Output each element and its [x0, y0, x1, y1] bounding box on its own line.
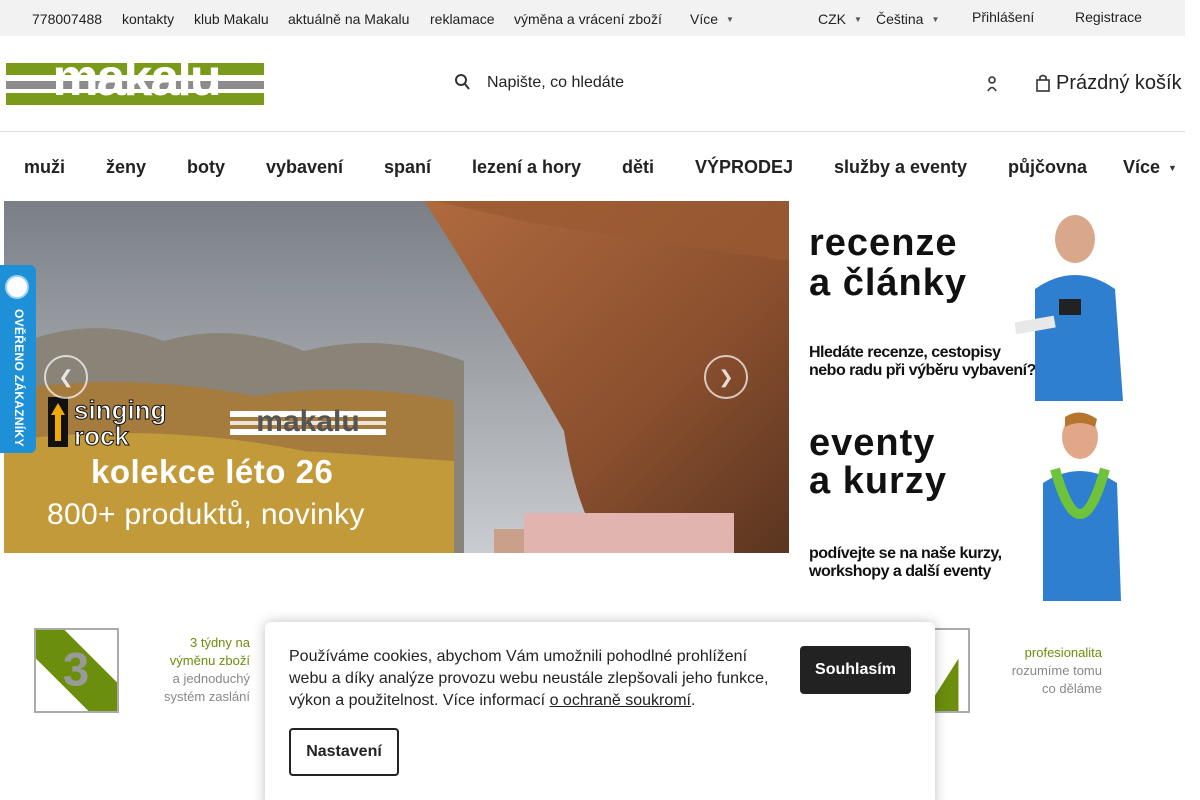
nav-item-zeny[interactable]: ženy	[106, 157, 146, 178]
topbar-link-vymena[interactable]: výměna a vrácení zboží	[514, 11, 662, 27]
banner-eventy-title-2: a kurzy	[809, 460, 947, 502]
user-icon[interactable]	[987, 76, 997, 92]
topbar-more-menu[interactable]: Více ▼	[690, 11, 734, 27]
benefit-exchange-text: 3 týdny na výměnu zboží a jednoduchý sys…	[150, 634, 250, 706]
banner-recenze[interactable]: recenze a články Hledáte recenze, cestop…	[789, 201, 1155, 401]
benefit-prof-line-2: rozumíme tomu	[1011, 663, 1102, 678]
instructor-photo	[1043, 412, 1121, 601]
privacy-link[interactable]: o ochraně soukromí	[550, 692, 691, 709]
svg-text:3: 3	[63, 643, 90, 696]
benefit-prof-line-3: co děláme	[1042, 681, 1102, 696]
benefit-exchange-line-1: 3 týdny na	[190, 635, 250, 650]
arrow-left-icon[interactable]: ❮	[44, 355, 88, 399]
cookie-text-end: .	[690, 692, 696, 709]
banner-eventy-title-1: eventy	[809, 422, 936, 464]
singing-rock-logo-mark	[48, 397, 68, 447]
benefit-prof-line-1: profesionalita	[1024, 645, 1102, 660]
topbar-link-klub[interactable]: klub Makalu	[194, 11, 269, 27]
nav-item-muzi[interactable]: muži	[24, 157, 65, 178]
logo-text: makalu	[52, 53, 219, 107]
login-link[interactable]: Přihlášení	[972, 9, 1034, 25]
cart-icon[interactable]	[1036, 74, 1050, 92]
banner-recenze-title-2: a články	[809, 262, 967, 304]
accept-cookies-button[interactable]: Souhlasím	[800, 646, 911, 694]
cart-label[interactable]: Prázdný košík	[1056, 72, 1182, 95]
currency-select[interactable]: CZK ▼	[818, 11, 862, 27]
verified-customers-badge[interactable]: OVĚŘENO ZÁKAZNÍKY	[0, 265, 36, 453]
banner-recenze-title-1: recenze	[809, 222, 958, 264]
hero-banner[interactable]: singing rock makalu kolekce léto 26 800+…	[4, 201, 789, 553]
nav-item-vybaveni[interactable]: vybavení	[266, 157, 343, 178]
nav-item-sluzby[interactable]: služby a eventy	[834, 157, 967, 178]
nav-item-deti[interactable]: děti	[622, 157, 654, 178]
top-bar: 778007488 kontakty klub Makalu aktuálně …	[0, 0, 1185, 36]
banner-eventy-text-1: podívejte se na naše kurzy,	[809, 545, 1002, 562]
topbar-link-kontakty[interactable]: kontakty	[122, 11, 174, 27]
singing-rock-logo: singing rock	[74, 395, 167, 451]
reviewer-photo	[1015, 215, 1123, 401]
phone-number[interactable]: 778007488	[32, 11, 102, 27]
benefit-exchange-line-2: výměnu zboží	[169, 653, 250, 668]
makalu-logo[interactable]: makalu	[6, 53, 264, 109]
nav-item-pujcovna[interactable]: půjčovna	[1008, 157, 1087, 178]
nav-item-spani[interactable]: spaní	[384, 157, 431, 178]
banner-recenze-text-1: Hledáte recenze, cestopisy	[809, 344, 1001, 361]
banner-eventy[interactable]: eventy a kurzy podívejte se na naše kurz…	[789, 401, 1155, 601]
banner-eventy-text-2: workshopy a další eventy	[809, 563, 991, 580]
cookie-consent-dialog: Používáme cookies, abychom Vám umožnili …	[265, 622, 935, 800]
chevron-down-icon: ▼	[726, 15, 734, 24]
search-icon[interactable]	[454, 73, 470, 91]
chevron-down-icon: ▼	[931, 15, 940, 24]
svg-text:makalu: makalu	[256, 405, 359, 438]
cookie-text: Používáme cookies, abychom Vám umožnili …	[289, 646, 779, 712]
chevron-down-icon: ▼	[854, 15, 862, 24]
currency-label: CZK	[818, 11, 846, 27]
cookie-settings-button[interactable]: Nastavení	[289, 728, 399, 776]
chevron-down-icon: ▼	[1168, 163, 1177, 173]
nav-more-menu[interactable]: Více ▼	[1123, 157, 1177, 178]
exchange-3-weeks-icon: 3	[34, 628, 119, 713]
arrow-right-icon[interactable]: ❯	[704, 355, 748, 399]
nav-item-boty[interactable]: boty	[187, 157, 225, 178]
register-link[interactable]: Registrace	[1075, 9, 1142, 25]
topbar-more-label: Více	[690, 11, 719, 27]
nav-item-vyprodej[interactable]: VÝPRODEJ	[695, 157, 793, 178]
main-navigation: muži ženy boty vybavení spaní lezení a h…	[0, 133, 1185, 201]
hero-subtitle: 800+ produktů, novinky	[47, 498, 365, 531]
cookie-text-body: Používáme cookies, abychom Vám umožnili …	[289, 648, 769, 709]
hero-title: kolekce léto 26	[91, 453, 334, 490]
nav-item-lezeni[interactable]: lezení a hory	[472, 157, 581, 178]
header: makalu Napište, co hledáte Prázdný košík	[0, 36, 1185, 132]
benefit-exchange-line-3: a jednoduchý	[172, 671, 250, 686]
topbar-link-reklamace[interactable]: reklamace	[430, 11, 495, 27]
badge-logo-icon	[5, 275, 29, 299]
badge-label: OVĚŘENO ZÁKAZNÍKY	[12, 309, 26, 447]
benefit-professionalism-text: profesionalita rozumíme tomu co děláme	[992, 644, 1102, 698]
search-input[interactable]: Napište, co hledáte	[487, 74, 624, 92]
language-label: Čeština	[876, 11, 924, 27]
topbar-link-aktualne[interactable]: aktuálně na Makalu	[288, 11, 409, 27]
makalu-hero-logo: makalu	[230, 405, 386, 438]
language-select[interactable]: Čeština ▼	[876, 11, 939, 27]
banner-recenze-text-2: nebo radu při výběru vybavení?	[809, 362, 1036, 379]
nav-more-label: Více	[1123, 157, 1161, 177]
benefit-exchange-line-4: systém zaslání	[164, 689, 250, 704]
